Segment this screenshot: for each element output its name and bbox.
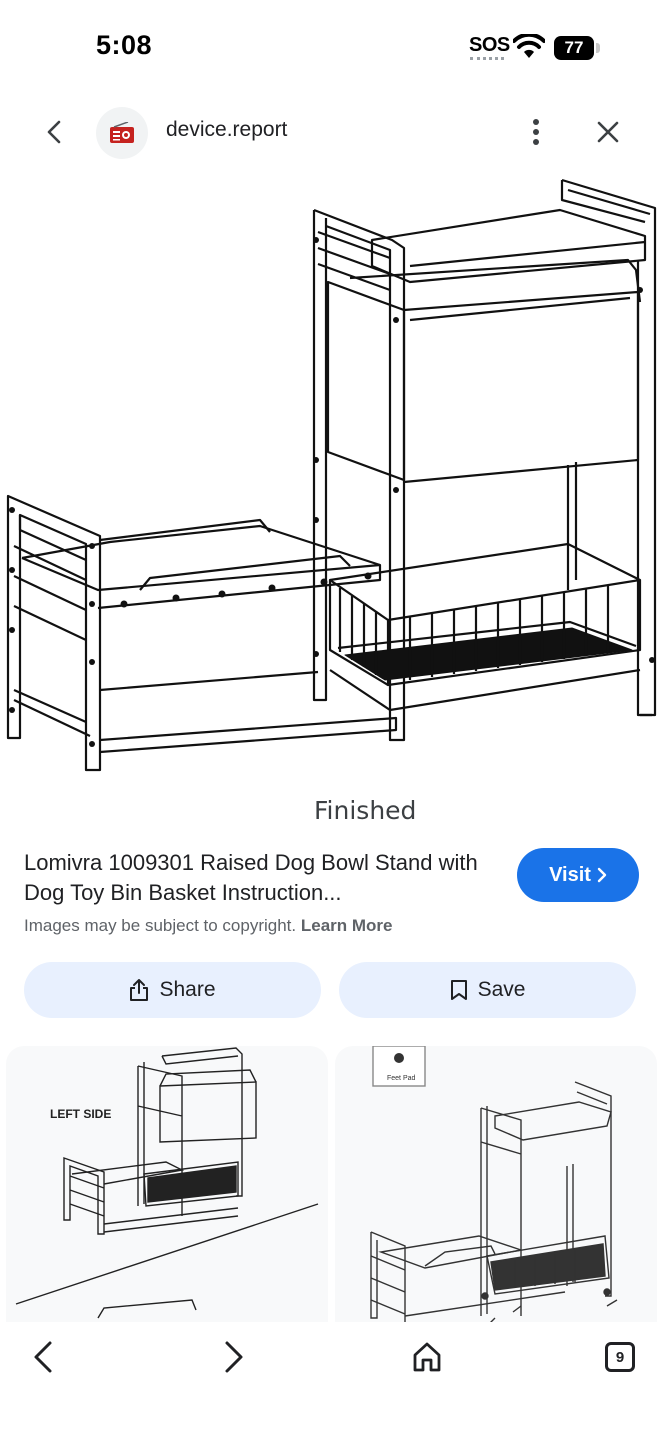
related-image-right[interactable]: Feet Pad	[335, 1046, 657, 1328]
save-label: Save	[477, 978, 526, 1001]
wifi-icon	[513, 34, 545, 58]
more-options-button[interactable]	[520, 114, 552, 150]
bookmark-icon	[450, 980, 467, 1000]
visit-button[interactable]: Visit	[517, 848, 639, 902]
chevron-right-icon	[225, 1341, 243, 1373]
nav-home-button[interactable]	[402, 1332, 452, 1382]
share-button[interactable]: Share	[24, 962, 321, 1018]
more-vertical-icon	[533, 119, 539, 145]
back-button[interactable]	[36, 114, 72, 150]
radio-icon	[110, 122, 134, 143]
chevron-left-icon	[47, 120, 61, 144]
main-image[interactable]: Finished	[0, 170, 663, 832]
feet-pad-label: Feet Pad	[387, 1075, 416, 1082]
copyright-notice: Images may be subject to copyright. Lear…	[24, 916, 393, 936]
visit-label: Visit	[549, 863, 591, 886]
furniture-thumbnail: Feet Pad	[370, 1046, 618, 1328]
share-label: Share	[159, 978, 216, 1001]
copyright-text: Images may be subject to copyright.	[24, 916, 297, 935]
nav-back-button[interactable]	[18, 1332, 68, 1382]
image-caption: Finished	[314, 796, 417, 825]
tabs-count: 9	[605, 1342, 635, 1372]
furniture-thumbnail: LEFT SIDE	[15, 1047, 319, 1319]
sos-indicator: SOS	[469, 34, 510, 56]
status-time: 5:08	[96, 30, 153, 60]
battery-indicator: 77	[554, 36, 594, 60]
save-button[interactable]: Save	[339, 962, 636, 1018]
site-title[interactable]: device.report	[166, 118, 287, 142]
close-button[interactable]	[590, 114, 626, 150]
result-title[interactable]: Lomivra 1009301 Raised Dog Bowl Stand wi…	[24, 848, 494, 908]
nav-tabs-button[interactable]: 9	[595, 1332, 645, 1382]
learn-more-link[interactable]: Learn More	[301, 916, 393, 935]
related-image-left[interactable]: LEFT SIDE	[6, 1046, 328, 1328]
chevron-right-icon	[597, 867, 607, 883]
status-bar: 5:08 SOS 77	[0, 0, 663, 96]
site-favicon[interactable]	[96, 107, 148, 159]
chevron-left-icon	[34, 1341, 52, 1373]
left-side-label: LEFT SIDE	[50, 1107, 111, 1121]
close-icon	[597, 121, 619, 143]
furniture-line-drawing	[6, 178, 657, 772]
signal-dots	[470, 57, 504, 61]
share-icon	[130, 979, 149, 1001]
viewer-header: device.report	[0, 100, 663, 166]
home-icon	[413, 1342, 441, 1372]
nav-forward-button[interactable]	[209, 1332, 259, 1382]
bottom-navigation: 9	[0, 1322, 663, 1440]
